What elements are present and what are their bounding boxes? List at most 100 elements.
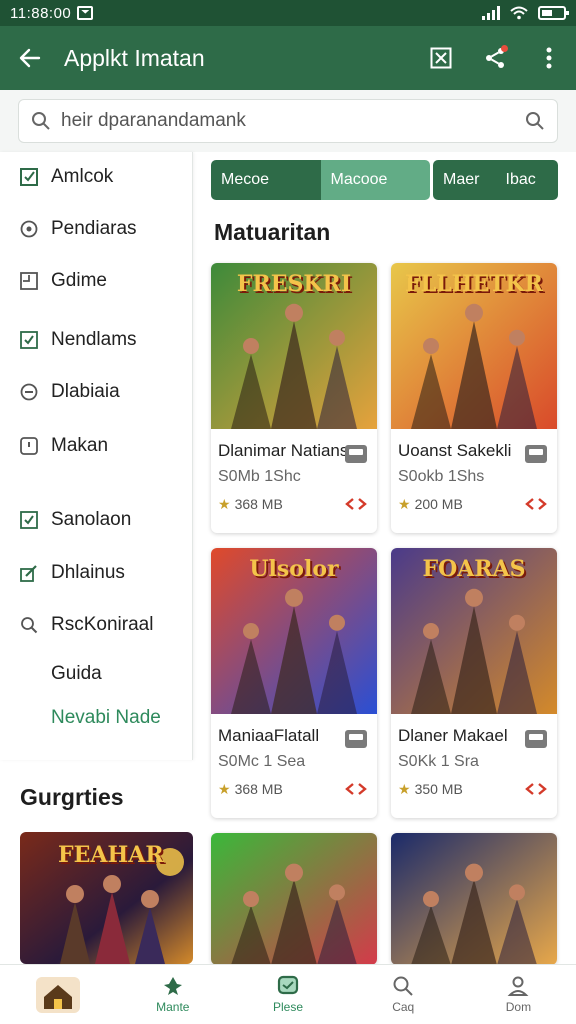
game-size: ★ 350 MB <box>398 781 463 797</box>
leaf-icon <box>163 977 182 995</box>
game-card-partial[interactable] <box>211 833 377 965</box>
nav-tab-3[interactable]: Caq <box>346 965 461 1024</box>
nav-label: Dom <box>505 1000 532 1014</box>
signal-icon <box>482 6 500 20</box>
game-size: ★ 368 MB <box>218 781 283 797</box>
game-card-partial[interactable] <box>391 833 557 965</box>
note-icon <box>20 437 38 455</box>
game-card[interactable]: FOARAS Dlaner Makael S0Kk 1 Sra ★ 350 MB <box>391 548 557 818</box>
notification-dot <box>501 45 508 52</box>
sidebar-item-7[interactable]: Dhlainus <box>0 551 193 595</box>
game-subtitle: S0Mc 1 Sea <box>218 753 306 770</box>
game-name: Uoanst Sakekli <box>398 441 512 460</box>
status-bar: 11:88:00 <box>0 0 576 26</box>
bookmark-button[interactable] <box>414 26 468 90</box>
segment-tab-3[interactable]: Ibac <box>495 160 558 200</box>
nav-tab-2[interactable]: Plese <box>230 965 345 1024</box>
app-bar: Applkt Imatan <box>0 26 576 90</box>
game-subtitle: S0okb 1Shs <box>398 468 485 485</box>
sidebar-item-5[interactable]: Makan <box>0 424 193 468</box>
game-art: FLLHETKR <box>391 263 557 429</box>
profile-icon <box>507 976 529 996</box>
checkbox-icon <box>20 511 38 529</box>
game-art-title: FRESKRI <box>236 271 352 297</box>
search-submit-icon[interactable] <box>525 111 545 131</box>
more-vert-icon <box>546 47 552 69</box>
star-icon: ★ <box>398 781 411 797</box>
segment-tab-0[interactable]: Mecoe <box>211 160 321 200</box>
categories-title: Gurgrties <box>20 784 124 810</box>
search-area: heir dparanandamank <box>0 90 576 152</box>
game-name: Dlanimar Natians <box>218 441 349 460</box>
back-button[interactable] <box>0 26 60 90</box>
nav-tab-1[interactable]: Mante <box>115 965 230 1024</box>
game-subtitle: S0Kk 1 Sra <box>398 753 479 770</box>
nav-tab-4[interactable]: Dom <box>461 965 576 1024</box>
edit-icon <box>20 564 38 582</box>
sidebar-item-6[interactable]: Sanolaon <box>0 498 193 542</box>
game-art: Ulsolor <box>211 548 377 714</box>
star-icon: ★ <box>398 496 411 512</box>
download-icon[interactable] <box>525 730 547 748</box>
search-input[interactable]: heir dparanandamank <box>61 110 525 132</box>
page-title: Applkt Imatan <box>64 44 205 71</box>
category-card[interactable]: FEAHAR <box>20 832 193 964</box>
segment-tab-1[interactable]: Macooe <box>320 160 430 200</box>
sidebar-link-label: Nevabi Nade <box>51 707 161 728</box>
sidebar-item-8[interactable]: RscKoniraal <box>0 603 193 647</box>
share-icon[interactable] <box>525 497 547 516</box>
sidebar-item-label: Nendlams <box>51 329 137 350</box>
sidebar-item-4[interactable]: Dlabiaia <box>0 370 193 414</box>
checkbox-edit-icon <box>20 168 38 186</box>
sidebar-item-label: RscKoniraal <box>51 614 154 635</box>
game-name: ManiaaFlatall <box>218 726 320 745</box>
game-size: ★ 200 MB <box>398 496 463 512</box>
game-size: ★ 368 MB <box>218 496 283 512</box>
download-icon[interactable] <box>525 445 547 463</box>
share-button[interactable] <box>468 26 522 90</box>
bookmark-x-icon <box>430 47 452 69</box>
search-icon <box>32 112 50 130</box>
sidebar-item-3[interactable]: Nendlams <box>0 318 193 362</box>
circle-minus-icon <box>20 383 38 401</box>
star-icon: ★ <box>218 781 231 797</box>
segment-group-2: Maer Ibac <box>433 160 558 200</box>
nav-label: Plese <box>272 1000 304 1014</box>
game-card[interactable]: FRESKRI Dlanimar Natians S0Mb 1Shc ★ 368 MB <box>211 263 377 533</box>
sidebar-item-label: Pendiaras <box>51 218 137 239</box>
segment-tab-2[interactable]: Maer <box>433 160 496 200</box>
game-art-title: FOARAS <box>422 556 526 582</box>
sidebar-item-label: Sanolaon <box>51 509 132 530</box>
download-icon[interactable] <box>345 730 367 748</box>
nav-home[interactable] <box>0 965 115 1024</box>
game-art <box>391 833 557 965</box>
search-box[interactable]: heir dparanandamank <box>18 99 558 143</box>
star-icon: ★ <box>218 496 231 512</box>
share-icon[interactable] <box>345 497 367 516</box>
share-icon[interactable] <box>525 782 547 801</box>
section-title: Matuaritan <box>214 219 331 245</box>
share-icon[interactable] <box>345 782 367 801</box>
sidebar-item-1[interactable]: Pendiaras <box>0 207 193 251</box>
sidebar-item-label: Dhlainus <box>51 562 125 583</box>
circle-icon <box>20 220 38 238</box>
game-art: FOARAS <box>391 548 557 714</box>
game-card[interactable]: Ulsolor ManiaaFlatall S0Mc 1 Sea ★ 368 MB <box>211 548 377 818</box>
game-card[interactable]: FLLHETKR Uoanst Sakekli S0okb 1Shs ★ 200 MB <box>391 263 557 533</box>
sidebar-item-0[interactable]: Amlcok <box>0 155 193 199</box>
sidebar-item-label: Amlcok <box>51 166 114 187</box>
nav-label: Caq <box>392 1000 415 1014</box>
square-icon <box>20 272 38 290</box>
download-icon[interactable] <box>345 445 367 463</box>
sidebar-link-more[interactable]: Nevabi Nade <box>0 696 193 740</box>
segment-group-1: Mecoe Macooe <box>211 160 430 200</box>
more-button[interactable] <box>522 26 576 90</box>
checkbox-icon <box>20 331 38 349</box>
sidebar-item-2[interactable]: Gdime <box>0 259 193 303</box>
sidebar-item-guide[interactable]: Guida <box>0 652 193 696</box>
sidebar-item-label: Gdime <box>51 270 107 291</box>
bottom-nav: Mante Plese Caq Dom <box>0 964 576 1024</box>
wifi-icon <box>510 6 528 20</box>
game-art: FRESKRI <box>211 263 377 429</box>
game-art-title: FLLHETKR <box>405 271 543 297</box>
